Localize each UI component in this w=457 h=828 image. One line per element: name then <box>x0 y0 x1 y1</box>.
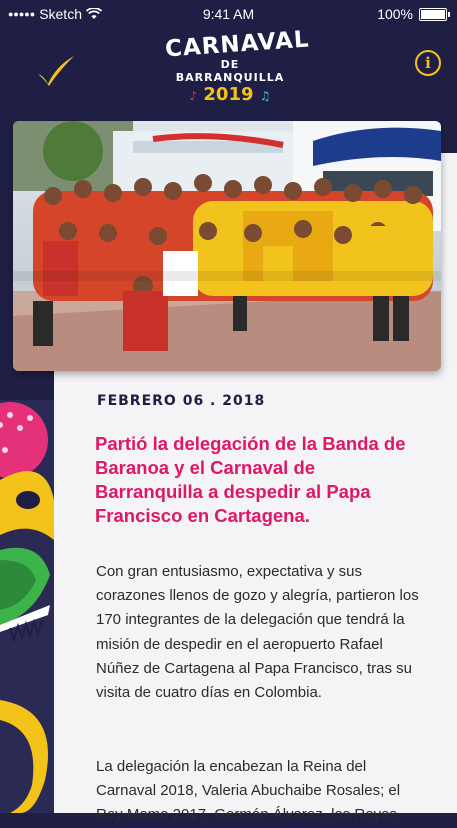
article-paragraph: La delegación la encabezan la Reina del … <box>96 758 401 824</box>
battery-percent: 100% <box>377 6 413 22</box>
battery-icon <box>419 7 450 21</box>
logo-year-row: ♪ 2019 ♫ <box>165 84 295 107</box>
article-paragraph: Con gran entusiasmo, expectativa y sus c… <box>96 563 419 702</box>
logo-year: 2019 <box>203 84 254 105</box>
battery: 100% <box>377 6 450 22</box>
status-bar: ●●●●● Sketch 9:41 AM 100% <box>0 0 457 28</box>
carnaval-logo: CARNAVAL DE BARRANQUILLA ♪ 2019 ♫ <box>164 26 310 107</box>
music-note-icon: ♪ <box>189 89 198 103</box>
article-date: FEBRERO 06 . 2018 <box>97 393 266 409</box>
app-header: CARNAVAL DE BARRANQUILLA ♪ 2019 ♫ i <box>0 26 457 123</box>
article-photo <box>13 121 441 371</box>
carnival-mask-decoration <box>0 400 54 813</box>
article-title: Partió la delegación de la Banda de Bara… <box>95 433 406 526</box>
checkmark-icon[interactable] <box>36 54 76 88</box>
info-icon[interactable]: i <box>415 50 441 76</box>
music-note-icon: ♫ <box>259 89 271 103</box>
logo-subtitle: DE BARRANQUILLA <box>175 58 285 84</box>
